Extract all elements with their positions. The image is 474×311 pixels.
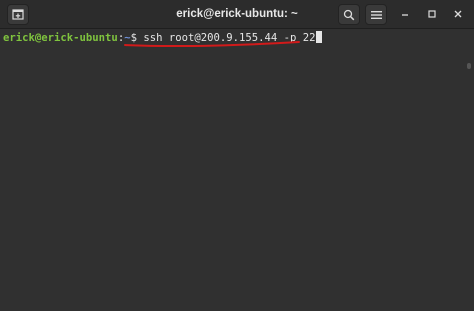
- close-button[interactable]: [451, 7, 465, 21]
- title-bar[interactable]: erick@erick-ubuntu: ~: [0, 0, 474, 29]
- minimize-icon: [402, 14, 408, 16]
- scrollbar-thumb[interactable]: [467, 63, 471, 69]
- hamburger-menu-icon: [370, 10, 382, 19]
- search-icon: [343, 9, 355, 20]
- window-title: erick@erick-ubuntu: ~: [176, 8, 298, 20]
- maximize-icon: [428, 10, 436, 18]
- maximize-button[interactable]: [425, 7, 439, 21]
- terminal-area[interactable]: erick@erick-ubuntu:~$ ssh root@200.9.155…: [0, 29, 474, 311]
- red-underline-annotation: [124, 41, 300, 47]
- close-icon: [454, 10, 462, 18]
- menu-button[interactable]: [365, 4, 387, 25]
- new-tab-icon: [12, 9, 24, 20]
- new-tab-button[interactable]: [7, 4, 29, 25]
- search-button[interactable]: [338, 4, 360, 25]
- terminal-window: erick@erick-ubuntu: ~ erick@erick-ubuntu…: [0, 0, 474, 311]
- minimize-button[interactable]: [398, 7, 412, 21]
